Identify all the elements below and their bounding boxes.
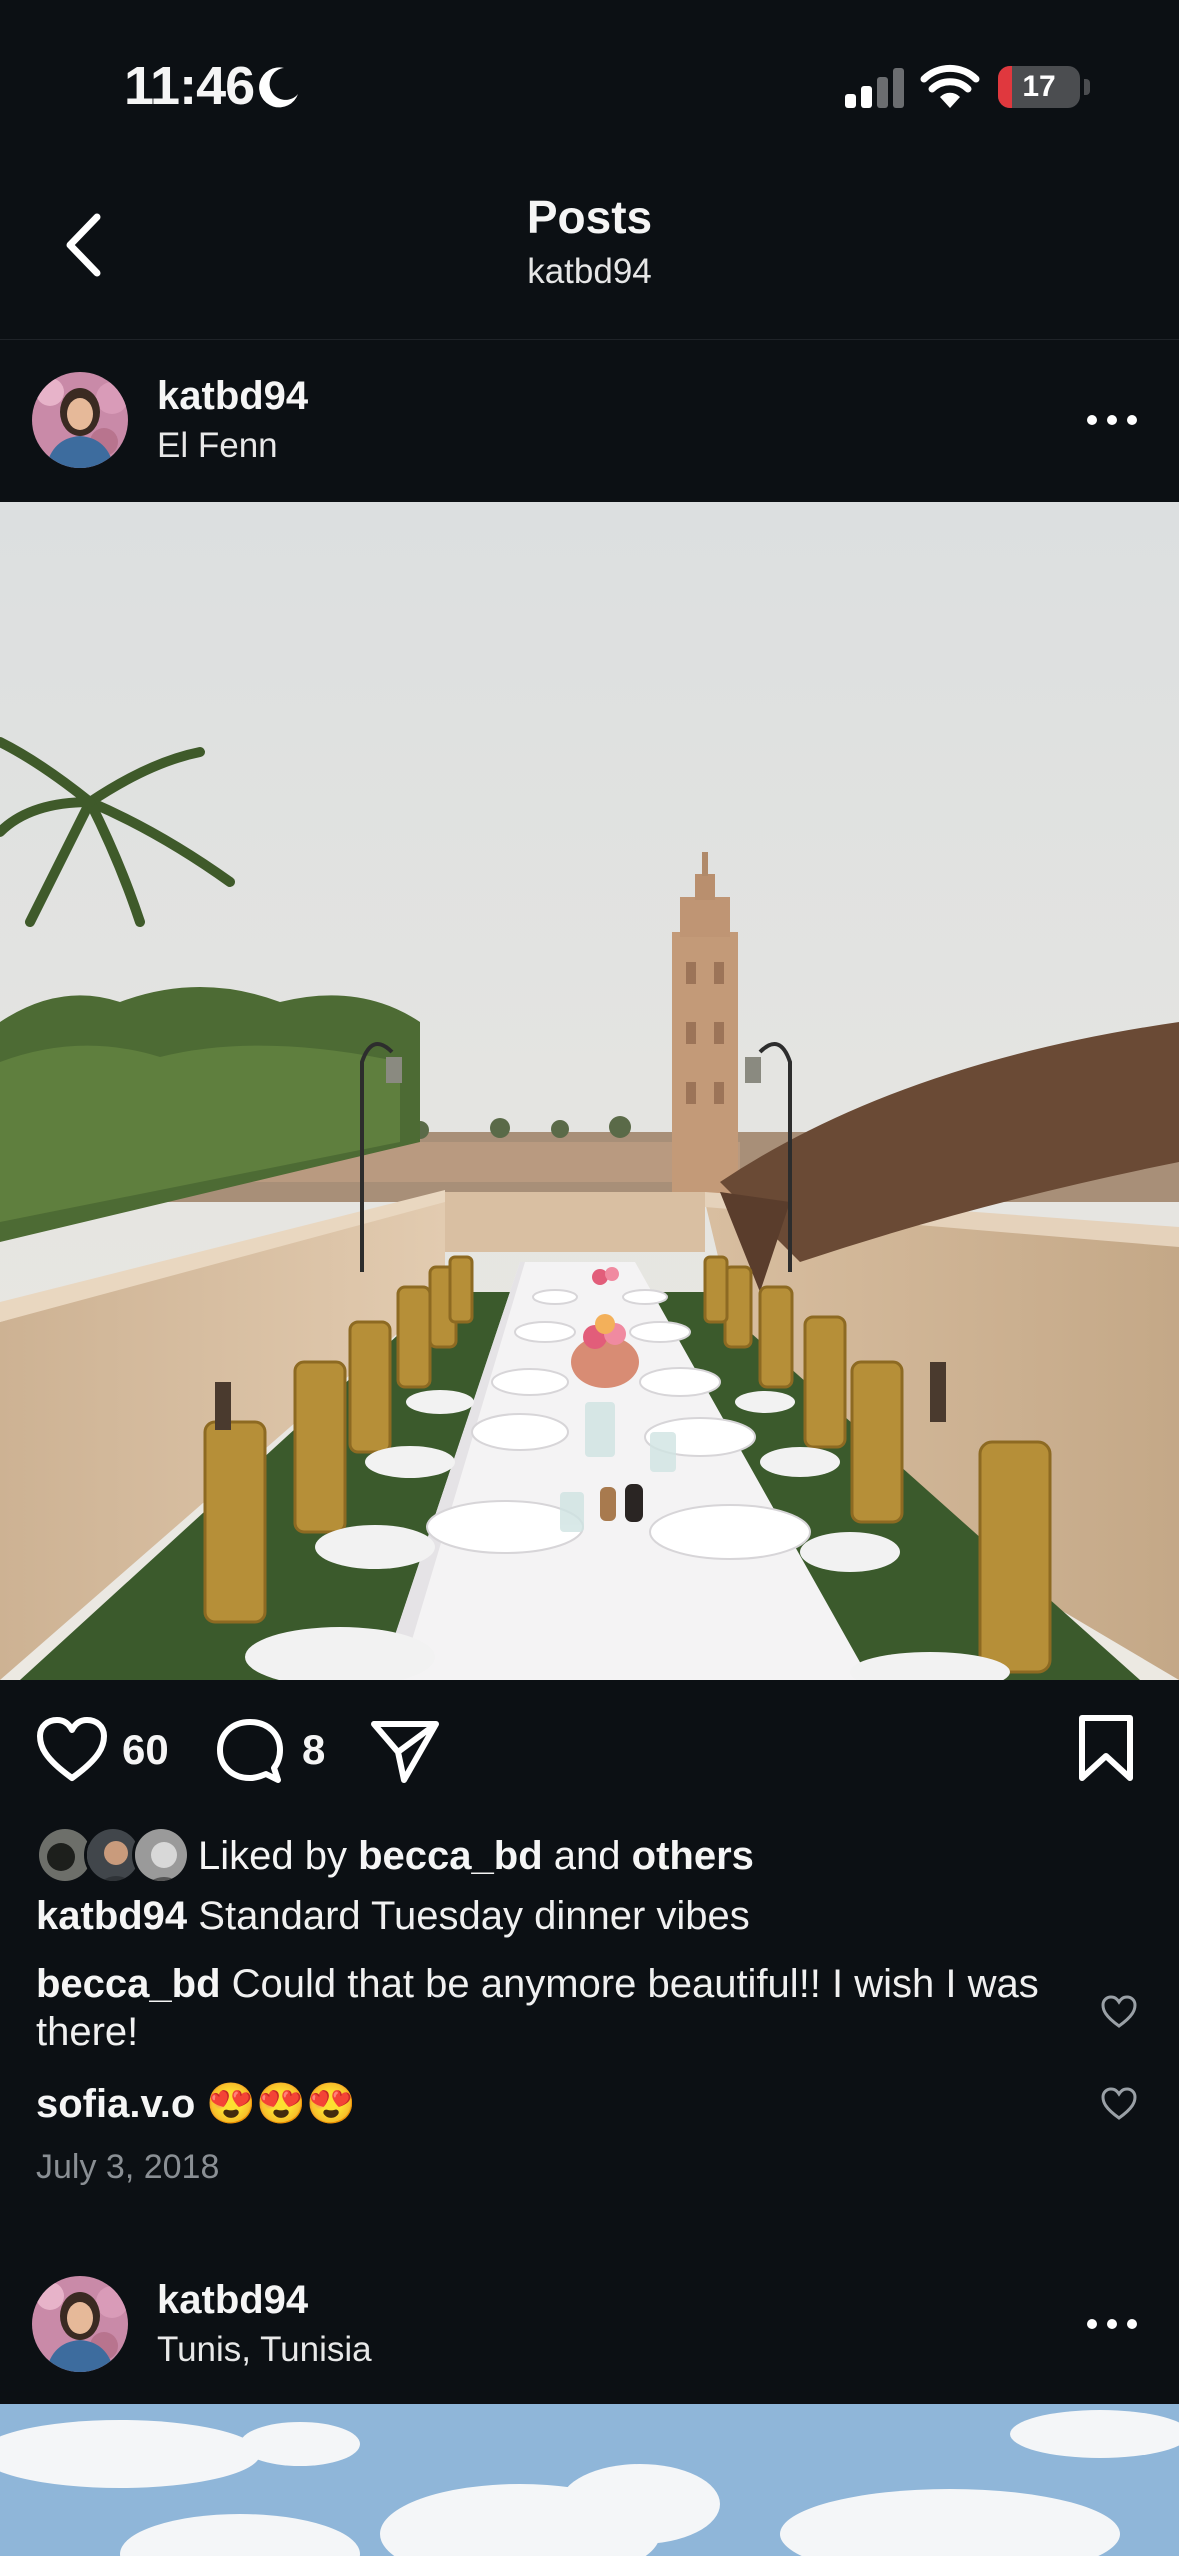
avatar-image [32,372,128,468]
status-time: 11:46 [124,56,255,116]
liked-by-row[interactable]: Liked by becca_bd and others [36,1822,1136,1888]
status-bar: 11:46 17 [0,0,1179,160]
battery-cap [1084,79,1090,95]
comment-like-heart-icon[interactable] [1100,1994,1138,2030]
like-heart-icon[interactable] [36,1716,108,1784]
liker-avatar [132,1826,190,1884]
post-caption: katbd94 Standard Tuesday dinner vibes [36,1892,750,1940]
page-title: Posts [526,191,653,243]
comment-username[interactable]: sofia.v.o [36,2082,195,2126]
post-header: katbd94 Tunis, Tunisia [0,2244,1179,2404]
navigation-bar: Posts katbd94 [0,160,1179,340]
liked-by-and: and [553,1834,621,1878]
wifi-icon [920,64,980,108]
bookmark-icon[interactable] [1076,1714,1136,1782]
comment-like-heart-icon[interactable] [1100,2086,1138,2122]
post-date: July 3, 2018 [36,2148,220,2186]
post-location[interactable]: Tunis, Tunisia [157,2330,372,2370]
post-username[interactable]: katbd94 [157,2278,308,2323]
post-username[interactable]: katbd94 [157,374,308,419]
comment-text: 😍😍😍 [206,2082,356,2126]
liked-by-text: Liked by becca_bd and others [198,1834,754,1879]
post-header: katbd94 El Fenn [0,340,1179,500]
avatar[interactable] [32,372,128,468]
post-actions: 60 8 [0,1700,1179,1810]
caption-username[interactable]: katbd94 [36,1894,187,1938]
battery-level: 17 [1022,70,1056,103]
more-options-icon[interactable] [1080,2304,1144,2344]
comment-item: becca_bd Could that be anymore beautiful… [36,1960,1056,2056]
liked-by-prefix: Liked by [198,1834,347,1878]
post-location[interactable]: El Fenn [157,426,278,466]
moon-icon [259,67,298,108]
caption-text: Standard Tuesday dinner vibes [198,1894,750,1938]
battery-icon: 17 [998,66,1080,108]
rooftop-dinner-photo [0,502,1179,1680]
avatar[interactable] [32,2276,128,2372]
more-options-icon[interactable] [1080,400,1144,440]
comment-bubble-icon[interactable] [216,1718,284,1784]
avatar-image [32,2276,128,2372]
comments-count[interactable]: 8 [302,1726,325,1774]
page-subtitle: katbd94 [527,252,652,291]
cellular-signal-icon [845,68,904,108]
likes-count[interactable]: 60 [122,1726,169,1774]
comment-username[interactable]: becca_bd [36,1962,221,2006]
liked-by-others[interactable]: others [632,1834,754,1878]
comment-item: sofia.v.o 😍😍😍 [36,2080,356,2128]
post-photo[interactable] [0,502,1179,1680]
sky-clouds-photo [0,2404,1179,2556]
liked-by-user[interactable]: becca_bd [358,1834,543,1878]
share-send-icon[interactable] [370,1716,440,1786]
post-photo[interactable] [0,2404,1179,2556]
